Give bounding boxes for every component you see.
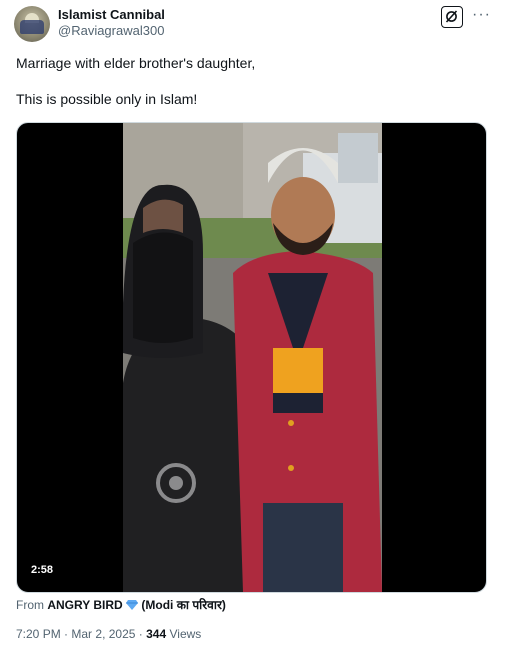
more-button[interactable]: ··· [472,5,491,25]
author-block: Islamist Cannibal @Raviagrawal300 [58,7,165,39]
video-duration-badge: 2:58 [25,561,60,580]
tweet-date-link[interactable]: Mar 2, 2025 [71,627,135,641]
more-horizontal-icon: ··· [472,6,491,23]
author-display-name[interactable]: Islamist Cannibal [58,7,165,23]
views-count: 344 [146,627,167,641]
video-player[interactable]: 2:58 [16,122,487,593]
grok-icon [445,10,458,23]
tweet-text-line: Marriage with elder brother's daughter, [16,55,256,71]
meta-separator: · [138,627,143,641]
attribution-source-link[interactable]: ANGRY BIRD [47,598,122,612]
blue-diamond-icon [126,600,139,610]
attribution-prefix: From [16,598,44,612]
avatar[interactable] [14,6,50,42]
avatar-building-shape [20,20,44,34]
video-still [123,123,382,592]
attribution-source-suffix[interactable]: (Modi का परिवार) [141,598,226,612]
tweet-text: Marriage with elder brother's daughter, … [16,54,486,108]
author-handle[interactable]: @Raviagrawal300 [58,23,165,39]
meta-separator: · [64,627,69,641]
tweet-text-line: This is possible only in Islam! [16,91,198,107]
tweet: Islamist Cannibal @Raviagrawal300 ··· Ma… [0,0,507,646]
views-label: Views [169,627,202,641]
grok-button[interactable] [441,6,463,28]
tweet-time-link[interactable]: 7:20 PM [16,627,61,641]
video-frame[interactable] [123,123,382,592]
video-attribution: From ANGRY BIRD (Modi का परिवार) [16,597,226,613]
tweet-meta: 7:20 PM · Mar 2, 2025 · 344 Views [16,626,201,642]
